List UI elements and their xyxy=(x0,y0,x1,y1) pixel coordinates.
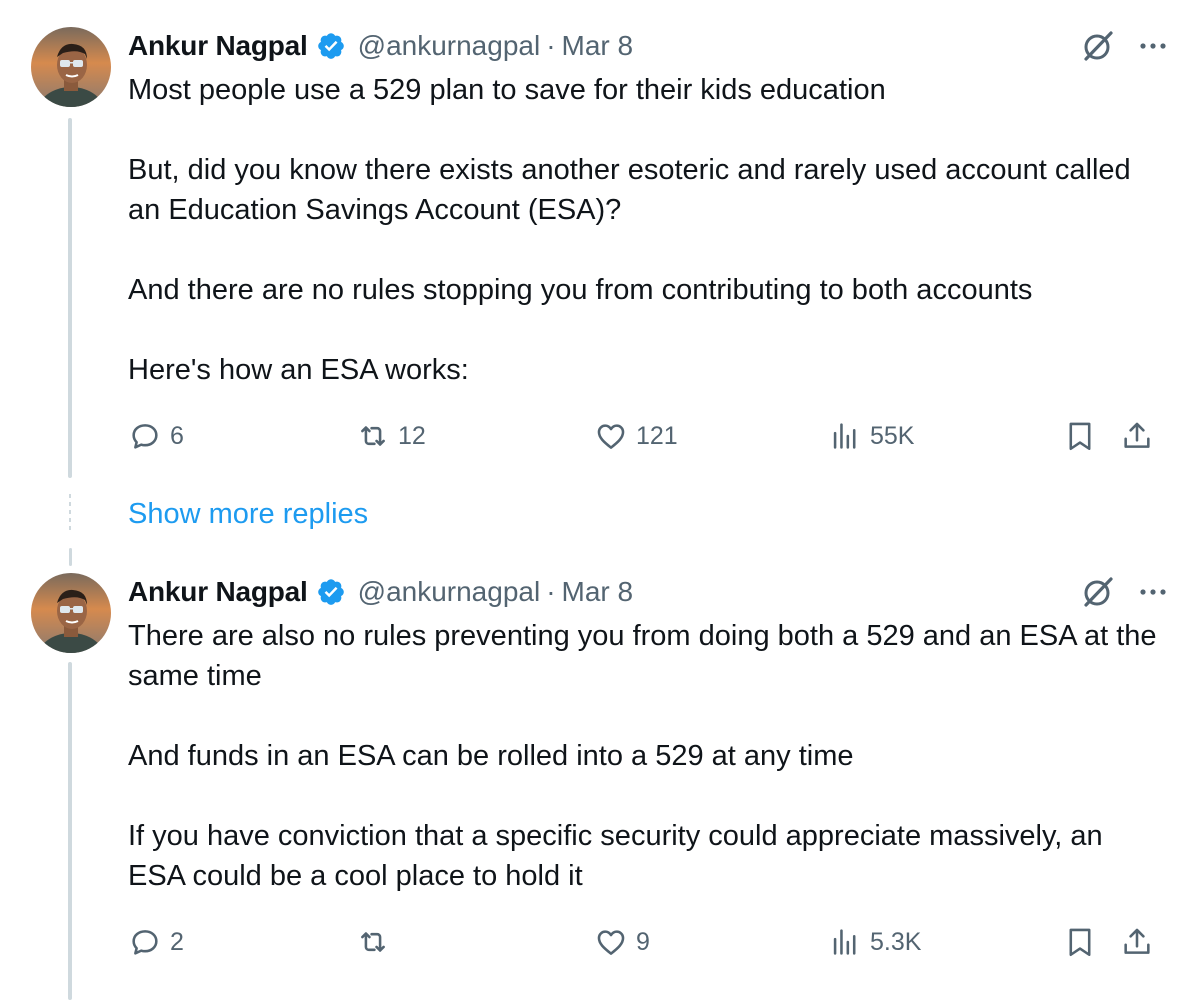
views-count: 5.3K xyxy=(870,927,922,956)
thread-dots xyxy=(69,494,71,530)
tweet-paragraph: Most people use a 529 plan to save for t… xyxy=(128,74,886,106)
reply-icon xyxy=(132,930,158,955)
tweet-paragraph: And funds in an ESA can be rolled into a… xyxy=(128,740,854,772)
tweet-paragraph: But, did you know there exists another e… xyxy=(128,154,1131,226)
more-icon[interactable] xyxy=(1136,575,1170,609)
tweet-text: Most people use a 529 plan to save for t… xyxy=(128,70,1160,390)
bookmark-button[interactable] xyxy=(1063,922,1097,962)
grok-icon[interactable] xyxy=(1080,574,1116,610)
show-more-replies-link[interactable]: Show more replies xyxy=(128,494,368,534)
grok-icon[interactable] xyxy=(1080,28,1116,64)
like-count: 121 xyxy=(636,421,678,450)
like-count: 9 xyxy=(636,927,650,956)
like-button[interactable]: 9 xyxy=(594,922,650,962)
tweet-date[interactable]: Mar 8 xyxy=(562,576,634,608)
repost-icon xyxy=(361,932,385,952)
bookmark-icon xyxy=(1069,422,1091,451)
repost-button[interactable]: 12 xyxy=(356,416,426,456)
separator: · xyxy=(546,30,556,61)
views-count: 55K xyxy=(870,421,915,450)
like-button[interactable]: 121 xyxy=(594,416,678,456)
avatar[interactable] xyxy=(31,573,111,653)
reply-icon xyxy=(132,424,158,449)
tweet-actions: 2 9 5.3K xyxy=(128,922,1168,962)
avatar[interactable] xyxy=(31,27,111,107)
views-icon xyxy=(833,929,856,955)
tweet-text: There are also no rules preventing you f… xyxy=(128,616,1160,896)
author-handle[interactable]: @ankurnagpal xyxy=(358,30,541,62)
reply-button[interactable]: 6 xyxy=(128,416,184,456)
verified-badge-icon[interactable] xyxy=(316,31,346,61)
separator: · xyxy=(546,576,556,607)
like-icon xyxy=(597,930,625,955)
tweet-paragraph: If you have conviction that a specific s… xyxy=(128,820,1103,892)
share-button[interactable] xyxy=(1120,922,1154,962)
views-icon xyxy=(833,423,856,449)
tweet[interactable]: Ankur Nagpal @ankurnagpal · Mar 8 Most p… xyxy=(0,0,1200,480)
tweet[interactable]: Ankur Nagpal @ankurnagpal · Mar 8 There … xyxy=(0,548,1200,1000)
author-handle[interactable]: @ankurnagpal xyxy=(358,576,541,608)
reply-count: 2 xyxy=(170,927,184,956)
repost-count: 12 xyxy=(398,421,426,450)
verified-badge-icon[interactable] xyxy=(316,577,346,607)
share-icon xyxy=(1124,422,1150,448)
tweet-date[interactable]: Mar 8 xyxy=(562,30,634,62)
tweet-paragraph: Here's how an ESA works: xyxy=(128,354,469,386)
tweet-header: Ankur Nagpal @ankurnagpal · Mar 8 xyxy=(128,26,1170,66)
more-icon[interactable] xyxy=(1136,29,1170,63)
views-button[interactable]: 5.3K xyxy=(828,922,921,962)
author-name[interactable]: Ankur Nagpal xyxy=(128,30,308,62)
share-button[interactable] xyxy=(1120,416,1154,456)
bookmark-icon xyxy=(1069,928,1091,957)
views-button[interactable]: 55K xyxy=(828,416,914,456)
author-name[interactable]: Ankur Nagpal xyxy=(128,576,308,608)
repost-button[interactable] xyxy=(356,922,398,962)
tweet-header: Ankur Nagpal @ankurnagpal · Mar 8 xyxy=(128,572,1170,612)
like-icon xyxy=(597,424,625,449)
tweet-paragraph: And there are no rules stopping you from… xyxy=(128,274,1033,306)
share-icon xyxy=(1124,928,1150,954)
tweet-actions: 6 12 121 55K xyxy=(128,416,1168,456)
tweet-paragraph: There are also no rules preventing you f… xyxy=(128,620,1157,692)
reply-count: 6 xyxy=(170,421,184,450)
reply-button[interactable]: 2 xyxy=(128,922,184,962)
repost-icon xyxy=(361,426,385,446)
bookmark-button[interactable] xyxy=(1063,416,1097,456)
